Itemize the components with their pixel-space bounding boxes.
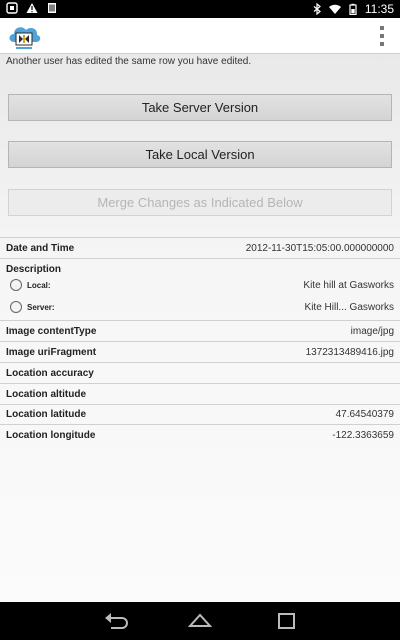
divider — [0, 341, 400, 342]
take-server-version-button[interactable]: Take Server Version — [8, 94, 392, 121]
take-local-version-button[interactable]: Take Local Version — [8, 141, 392, 168]
description-label: Description — [6, 264, 62, 275]
app-bar — [0, 18, 400, 54]
latitude-value: 47.64540379 — [335, 409, 394, 420]
navigation-bar — [0, 602, 400, 640]
local-option-radio[interactable] — [10, 279, 22, 291]
overflow-dot-icon — [380, 26, 384, 30]
recents-icon[interactable] — [273, 610, 299, 632]
sim-icon — [48, 3, 56, 13]
divider — [0, 424, 400, 425]
server-option-value: Kite Hill... Gasworks — [304, 302, 394, 313]
status-time: 11:35 — [364, 2, 394, 16]
overflow-dot-icon — [380, 34, 384, 38]
local-option-label: Local: — [27, 281, 51, 290]
altitude-label: Location altitude — [6, 389, 86, 400]
datetime-label: Date and Time — [6, 243, 75, 254]
longitude-value: -122.3363659 — [332, 430, 394, 441]
server-option-radio[interactable] — [10, 301, 22, 313]
uri-fragment-value: 1372313489416.jpg — [305, 347, 394, 358]
longitude-label: Location longitude — [6, 430, 96, 441]
server-option-label: Server: — [27, 303, 55, 312]
conflict-resolution-panel: Another user has edited the same row you… — [0, 54, 400, 602]
merge-changes-button[interactable]: Merge Changes as Indicated Below — [8, 189, 392, 216]
overflow-dot-icon — [380, 42, 384, 46]
warning-icon — [26, 3, 38, 13]
status-bar: 11:35 — [0, 0, 400, 18]
divider — [0, 320, 400, 321]
back-icon[interactable] — [103, 610, 129, 632]
divider — [0, 237, 400, 238]
uri-fragment-label: Image uriFragment — [6, 347, 97, 358]
divider — [0, 383, 400, 384]
divider — [0, 362, 400, 363]
app-logo-icon[interactable] — [6, 20, 42, 52]
notification-icon — [6, 2, 18, 14]
divider — [0, 404, 400, 405]
accuracy-label: Location accuracy — [6, 368, 94, 379]
datetime-value: 2012-11-30T15:05:00.000000000 — [245, 243, 394, 254]
home-icon[interactable] — [187, 610, 213, 632]
local-option-value: Kite hill at Gasworks — [303, 280, 394, 291]
content-type-value: image/jpg — [350, 326, 394, 337]
conflict-notice: Another user has edited the same row you… — [6, 56, 252, 67]
battery-icon — [349, 3, 357, 15]
overflow-menu-button[interactable] — [378, 26, 386, 46]
wifi-icon — [328, 4, 341, 14]
bluetooth-icon — [313, 3, 321, 15]
content-type-label: Image contentType — [6, 326, 97, 337]
latitude-label: Location latitude — [6, 409, 86, 420]
divider — [0, 258, 400, 259]
